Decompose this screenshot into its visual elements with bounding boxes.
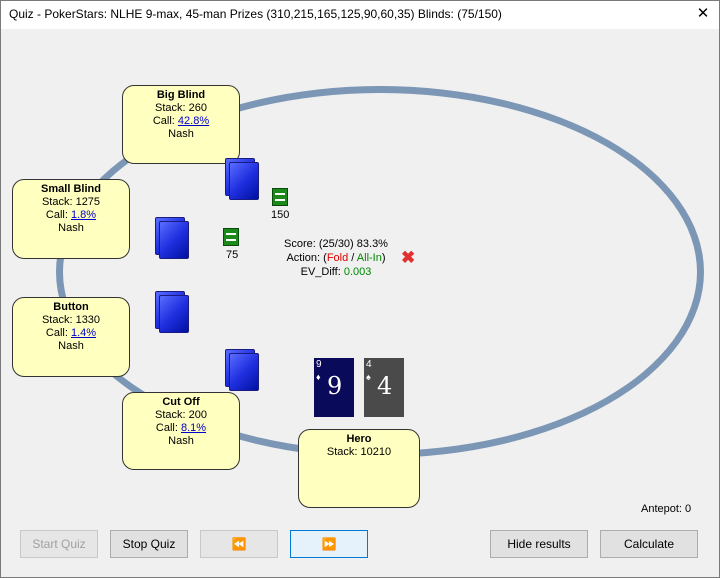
call-label: Call: bbox=[45, 327, 71, 339]
call-percent-link[interactable]: 1.4% bbox=[71, 327, 96, 339]
seat-strategy: Nash bbox=[58, 222, 84, 234]
card-back-cut-off bbox=[225, 349, 259, 391]
wrong-answer-icon: ✖ bbox=[401, 248, 416, 267]
start-quiz-button[interactable]: Start Quiz bbox=[20, 530, 98, 558]
seat-call: Call: 42.8% bbox=[123, 115, 239, 128]
card-rank-corner: 9 bbox=[316, 359, 322, 370]
next-button[interactable]: ⏩ bbox=[290, 530, 368, 558]
seat-name: Button bbox=[53, 301, 89, 313]
card-rank-corner: 4 bbox=[366, 359, 372, 370]
window-title: Quiz - PokerStars: NLHE 9-max, 45-man Pr… bbox=[9, 7, 502, 21]
seat-name: Big Blind bbox=[156, 89, 206, 101]
seat-name: Hero bbox=[346, 433, 372, 445]
quiz-window: Quiz - PokerStars: NLHE 9-max, 45-man Pr… bbox=[0, 0, 720, 578]
seat-strategy: Nash bbox=[58, 340, 84, 352]
seat-small-blind: Small Blind Stack: 1275 Call: 1.8% Nash bbox=[12, 179, 130, 259]
seat-big-blind: Big Blind Stack: 260 Call: 42.8% Nash bbox=[122, 85, 240, 164]
seat-call: Call: 8.1% bbox=[123, 422, 239, 435]
spade-suit-icon: ♠ bbox=[366, 372, 371, 382]
action-text: Action: (Fold / All-In) bbox=[271, 251, 401, 265]
seat-stack: Stack: 1275 bbox=[41, 196, 101, 208]
seat-stack: Stack: 200 bbox=[155, 409, 207, 421]
seat-stack: Stack: 1330 bbox=[41, 314, 101, 326]
call-percent-link[interactable]: 8.1% bbox=[181, 422, 206, 434]
seat-name: Cut Off bbox=[162, 396, 200, 408]
action-allin: All-In bbox=[356, 252, 382, 264]
hero-card-2: 4 ♠ 4 bbox=[364, 358, 404, 417]
close-icon[interactable]: ✕ bbox=[691, 3, 715, 25]
seat-hero: Hero Stack: 10210 bbox=[298, 429, 420, 508]
hide-results-button[interactable]: Hide results bbox=[490, 530, 588, 558]
action-close-paren: ) bbox=[381, 252, 386, 264]
seat-name: Small Blind bbox=[41, 183, 101, 195]
chip-stack-icon bbox=[272, 188, 288, 206]
hero-card-1: 9 ♦ 9 bbox=[314, 358, 354, 417]
seat-strategy: Nash bbox=[168, 128, 194, 140]
call-percent-link[interactable]: 1.8% bbox=[71, 209, 96, 221]
seat-stack: Stack: 10210 bbox=[326, 446, 392, 458]
score-text: Score: (25/30) 83.3% bbox=[284, 238, 388, 250]
ev-value: 0.003 bbox=[343, 266, 372, 278]
seat-call: Call: 1.4% bbox=[13, 327, 129, 340]
card-back-small-blind bbox=[155, 217, 189, 259]
result-panel: Score: (25/30) 83.3% Action: (Fold / All… bbox=[271, 237, 401, 279]
action-separator: / bbox=[348, 252, 357, 264]
card-back-button bbox=[155, 291, 189, 333]
ev-diff-text: EV_Diff: 0.003 bbox=[271, 265, 401, 279]
bet-big-blind: 150 bbox=[271, 209, 290, 221]
seat-strategy: Nash bbox=[168, 435, 194, 447]
call-label: Call: bbox=[152, 115, 178, 127]
action-fold: Fold bbox=[326, 252, 349, 264]
diamond-suit-icon: ♦ bbox=[316, 372, 321, 382]
seat-call: Call: 1.8% bbox=[13, 209, 129, 222]
calculate-button[interactable]: Calculate bbox=[600, 530, 698, 558]
call-label: Call: bbox=[155, 422, 181, 434]
bet-small-blind: 75 bbox=[226, 249, 239, 261]
call-percent-link[interactable]: 42.8% bbox=[178, 115, 209, 127]
seat-stack: Stack: 260 bbox=[155, 102, 207, 114]
card-rank: 9 bbox=[327, 372, 343, 400]
card-back-big-blind bbox=[225, 158, 259, 200]
card-rank: 4 bbox=[377, 372, 393, 400]
seat-cut-off: Cut Off Stack: 200 Call: 8.1% Nash bbox=[122, 392, 240, 470]
title-bar: Quiz - PokerStars: NLHE 9-max, 45-man Pr… bbox=[1, 1, 719, 29]
seat-button: Button Stack: 1330 Call: 1.4% Nash bbox=[12, 297, 130, 377]
call-label: Call: bbox=[45, 209, 71, 221]
stop-quiz-button[interactable]: Stop Quiz bbox=[110, 530, 188, 558]
ev-label: EV_Diff: bbox=[300, 266, 344, 278]
chip-stack-icon bbox=[223, 228, 239, 246]
antepot-label: Antepot: 0 bbox=[641, 503, 692, 515]
action-label: Action: ( bbox=[286, 252, 327, 264]
previous-button[interactable]: ⏪ bbox=[200, 530, 278, 558]
